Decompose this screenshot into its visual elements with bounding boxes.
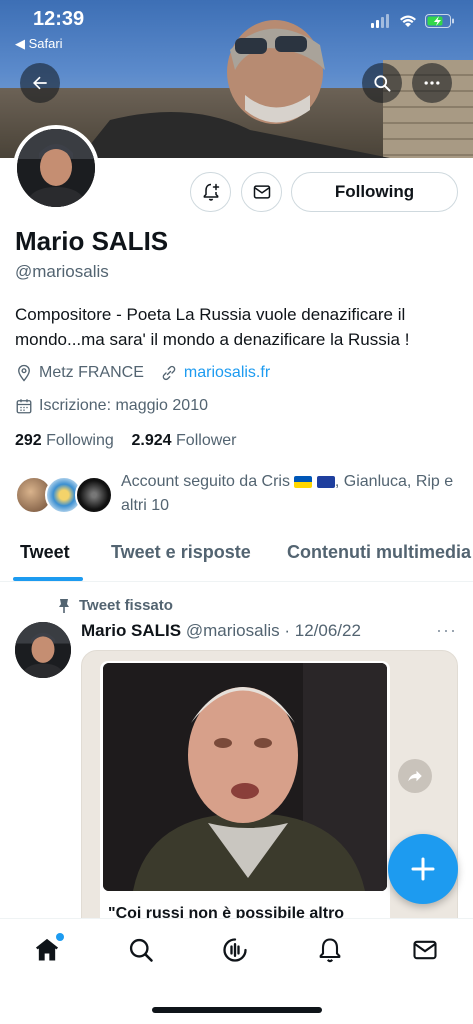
share-arrow-icon	[408, 770, 422, 782]
tab-tweet-e-risposte[interactable]: Tweet e risposte	[111, 542, 251, 563]
ukraine-flag-icon	[294, 475, 313, 488]
search-icon	[374, 75, 391, 92]
status-icons	[371, 14, 455, 28]
profile-tabs: Tweet Tweet e risposte Contenuti multime…	[0, 530, 473, 582]
search-button[interactable]	[362, 63, 402, 103]
tweet-date[interactable]: · 12/06/22	[284, 621, 361, 640]
tweet-author-handle[interactable]: @mariosalis	[186, 621, 280, 640]
nav-spaces[interactable]	[218, 933, 252, 967]
follower-avatar	[75, 476, 113, 514]
followed-by-prefix: Account seguito da Cris	[121, 473, 290, 490]
battery-charging-icon	[425, 14, 454, 28]
tweet-header: Mario SALIS @mariosalis · 12/06/22	[81, 621, 361, 641]
tab-contenuti-multimedia[interactable]: Contenuti multimedia	[287, 542, 471, 563]
tweet-author-name[interactable]: Mario SALIS	[81, 621, 181, 640]
compose-tweet-button[interactable]	[388, 834, 458, 904]
pinned-label-row: Tweet fissato	[57, 597, 173, 614]
following-count: 292	[15, 432, 42, 449]
active-tab-indicator	[13, 577, 83, 581]
media-photo	[103, 663, 387, 891]
search-icon	[129, 938, 153, 962]
calendar-icon	[15, 397, 33, 415]
avatar-photo	[15, 622, 71, 678]
following-button[interactable]: Following	[291, 172, 458, 212]
profile-joined-row: Iscrizione: maggio 2010	[15, 397, 208, 415]
message-button[interactable]	[241, 172, 282, 212]
profile-avatar[interactable]	[13, 125, 99, 211]
status-bar: 12:39 ◀ Safari	[0, 0, 473, 58]
followers-count: 2.924	[131, 432, 172, 449]
link-icon	[160, 364, 178, 382]
profile-location-row: Metz FRANCE mariosalis.fr	[15, 364, 270, 382]
pinned-label: Tweet fissato	[79, 597, 173, 614]
profile-location: Metz FRANCE	[39, 364, 144, 381]
follow-counts: 292 Following 2.924 Follower	[15, 432, 237, 450]
arrow-left-icon	[33, 76, 47, 90]
nav-messages[interactable]	[408, 933, 442, 967]
back-button[interactable]	[20, 63, 60, 103]
tweet-more-button[interactable]: ···	[436, 620, 457, 641]
status-time: 12:39	[33, 8, 85, 30]
back-to-app-link[interactable]: ◀ Safari	[15, 36, 63, 52]
bell-icon	[319, 938, 341, 963]
nav-search[interactable]	[124, 933, 158, 967]
more-icon	[424, 81, 440, 85]
notifications-toggle-button[interactable]	[190, 172, 231, 212]
eu-flag-icon	[316, 475, 335, 488]
followers-label: Follower	[176, 432, 237, 449]
signal-icon	[371, 14, 389, 28]
profile-website-link[interactable]: mariosalis.fr	[184, 364, 270, 382]
home-notification-dot	[56, 933, 64, 941]
nav-notifications[interactable]	[313, 933, 347, 967]
profile-joined: Iscrizione: maggio 2010	[39, 397, 208, 414]
avatar-photo	[17, 129, 95, 207]
tab-tweet[interactable]: Tweet	[20, 542, 70, 563]
profile-bio: Compositore - Poeta La Russia vuole dena…	[15, 305, 410, 349]
tweet-author-avatar[interactable]	[15, 622, 71, 678]
more-options-button[interactable]	[412, 63, 452, 103]
home-indicator	[152, 1007, 322, 1013]
followed-by-avatars[interactable]	[15, 476, 115, 516]
followed-by-text[interactable]: Account seguito da Cris , Gianluca, Rip …	[121, 470, 461, 518]
bell-plus-icon	[203, 183, 219, 201]
wifi-icon	[400, 15, 416, 27]
profile-name: Mario SALIS	[15, 226, 169, 256]
location-pin-icon	[15, 364, 33, 382]
nav-home[interactable]	[30, 933, 64, 967]
plus-icon	[411, 857, 435, 881]
spaces-icon	[223, 938, 247, 962]
pin-icon	[59, 598, 69, 613]
media-card: "Coi russi non è possibile altro	[100, 661, 390, 939]
profile-handle: @mariosalis	[15, 262, 109, 281]
envelope-icon	[253, 185, 270, 199]
share-button[interactable]	[398, 759, 432, 793]
following-label: Following	[46, 432, 114, 449]
envelope-icon	[413, 940, 437, 960]
followers-count-link[interactable]: 2.924 Follower	[132, 432, 237, 449]
following-count-link[interactable]: 292 Following	[15, 432, 114, 449]
